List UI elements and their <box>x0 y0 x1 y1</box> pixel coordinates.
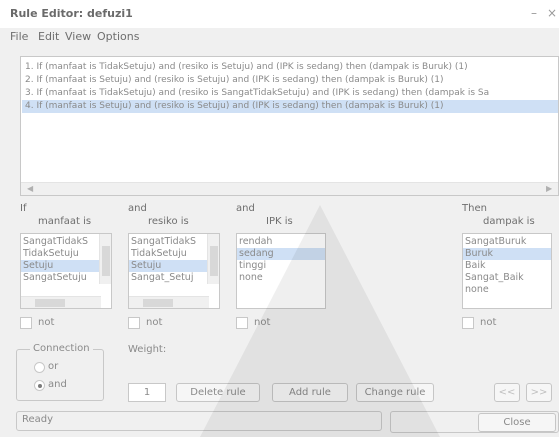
list-item[interactable]: Sangat_Baik <box>465 272 524 284</box>
list-item[interactable]: Sangat_Setuj <box>131 272 193 284</box>
vertical-scrollbar[interactable] <box>207 234 219 284</box>
manfaat-prefix: If <box>20 203 27 214</box>
scroll-thumb[interactable] <box>143 299 173 307</box>
delete-rule-button[interactable]: Delete rule <box>176 383 260 402</box>
manfaat-label: manfaat is <box>38 216 92 227</box>
and-label: and <box>48 379 67 390</box>
or-radio[interactable] <box>34 362 45 373</box>
or-label: or <box>48 361 59 372</box>
resiko-listbox[interactable]: SangatTidakS TidakSetuju Setuju Sangat_S… <box>128 233 220 309</box>
connection-label: Connection <box>30 343 93 354</box>
connection-group <box>16 349 104 401</box>
rules-horizontal-scrollbar[interactable]: ◀ ▶ <box>21 182 558 195</box>
scroll-thumb[interactable] <box>102 246 110 276</box>
rule-item[interactable]: 3. If (manfaat is TidakSetuju) and (resi… <box>25 87 558 100</box>
list-item[interactable]: SangatBuruk <box>465 236 526 248</box>
vertical-scrollbar[interactable] <box>99 234 111 284</box>
dampak-listbox[interactable]: SangatBuruk Buruk Baik Sangat_Baik none <box>462 233 552 309</box>
list-item[interactable]: TidakSetuju <box>131 248 187 260</box>
list-item[interactable]: TidakSetuju <box>23 248 79 260</box>
horizontal-scrollbar[interactable] <box>129 296 209 308</box>
close-button[interactable]: Close <box>478 413 556 432</box>
next-button[interactable]: >> <box>526 383 552 402</box>
scroll-thumb[interactable] <box>210 246 218 276</box>
menu-edit[interactable]: Edit <box>38 30 59 43</box>
ipk-label: IPK is <box>266 216 293 227</box>
list-item[interactable]: rendah <box>239 236 272 248</box>
status-bar <box>16 411 382 431</box>
weight-input[interactable]: 1 <box>128 383 166 402</box>
dampak-label: dampak is <box>483 216 535 227</box>
list-item-selected[interactable]: Buruk <box>463 248 551 260</box>
manfaat-not-label: not <box>38 317 55 328</box>
list-item[interactable]: tinggi <box>239 260 266 272</box>
window-close-button[interactable]: × <box>547 6 557 20</box>
list-item[interactable]: SangatTidakS <box>23 236 88 248</box>
menu-bar: File Edit View Options <box>0 28 559 46</box>
list-item[interactable]: SangatTidakS <box>131 236 196 248</box>
minimize-button[interactable]: – <box>531 6 537 20</box>
dampak-not-label: not <box>480 317 497 328</box>
dampak-not-checkbox[interactable] <box>462 317 474 329</box>
list-item-selected[interactable]: Setuju <box>21 260 101 272</box>
status-text: Ready <box>22 414 54 425</box>
weight-label: Weight: <box>128 344 167 355</box>
resiko-not-label: not <box>146 317 163 328</box>
and-radio[interactable] <box>34 380 45 391</box>
add-rule-button[interactable]: Add rule <box>272 383 348 402</box>
scroll-thumb[interactable] <box>35 299 65 307</box>
list-item[interactable]: none <box>465 284 489 296</box>
list-item-selected[interactable]: sedang <box>237 248 325 260</box>
resiko-prefix: and <box>128 203 147 214</box>
prev-button[interactable]: << <box>494 383 520 402</box>
manfaat-listbox[interactable]: SangatTidakS TidakSetuju Setuju SangatSe… <box>20 233 112 309</box>
resiko-label: resiko is <box>148 216 189 227</box>
resiko-not-checkbox[interactable] <box>128 317 140 329</box>
ipk-not-label: not <box>254 317 271 328</box>
scroll-right-icon[interactable]: ▶ <box>546 184 552 193</box>
menu-view[interactable]: View <box>65 30 91 43</box>
list-item[interactable]: none <box>239 272 263 284</box>
list-item[interactable]: Baik <box>465 260 485 272</box>
ipk-prefix: and <box>236 203 255 214</box>
menu-options[interactable]: Options <box>97 30 139 43</box>
change-rule-button[interactable]: Change rule <box>356 383 434 402</box>
ipk-not-checkbox[interactable] <box>236 317 248 329</box>
rule-item[interactable]: 1. If (manfaat is TidakSetuju) and (resi… <box>25 61 558 74</box>
window-title: Rule Editor: defuzi1 <box>10 7 133 20</box>
horizontal-scrollbar[interactable] <box>21 296 101 308</box>
rule-item-selected[interactable]: 4. If (manfaat is Setuju) and (resiko is… <box>22 100 558 113</box>
menu-file[interactable]: File <box>10 30 28 43</box>
list-item-selected[interactable]: Setuju <box>129 260 209 272</box>
rules-list[interactable]: 1. If (manfaat is TidakSetuju) and (resi… <box>20 56 559 196</box>
dampak-prefix: Then <box>462 203 487 214</box>
manfaat-not-checkbox[interactable] <box>20 317 32 329</box>
list-item[interactable]: SangatSetuju <box>23 272 87 284</box>
rule-item[interactable]: 2. If (manfaat is Setuju) and (resiko is… <box>25 74 558 87</box>
ipk-listbox[interactable]: rendah sedang tinggi none <box>236 233 326 309</box>
scroll-left-icon[interactable]: ◀ <box>27 184 33 193</box>
